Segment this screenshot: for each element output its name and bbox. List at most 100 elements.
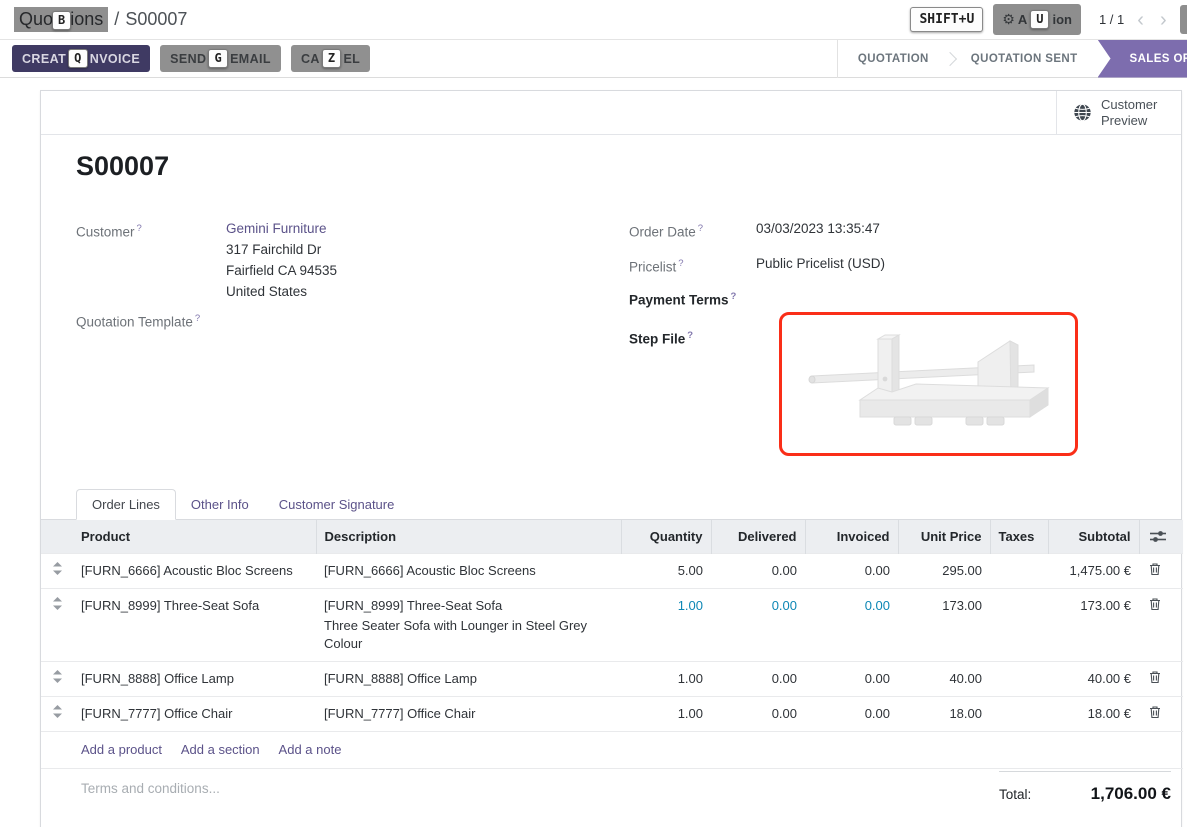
create-button-clipped[interactable]: C bbox=[1180, 5, 1187, 34]
trash-icon bbox=[1149, 705, 1161, 719]
globe-icon bbox=[1073, 103, 1092, 122]
pager-previous-icon[interactable]: ‹ bbox=[1134, 10, 1147, 30]
field-customer-value: Gemini Furniture 317 Fairchild Dr Fairfi… bbox=[226, 218, 337, 302]
cell-product[interactable]: [FURN_8888] Office Lamp bbox=[73, 662, 316, 697]
field-pricelist-value[interactable]: Public Pricelist (USD) bbox=[756, 253, 885, 278]
optional-columns-header[interactable] bbox=[1139, 520, 1183, 554]
cell-taxes[interactable] bbox=[990, 589, 1048, 662]
cell-unit-price[interactable]: 295.00 bbox=[898, 554, 990, 589]
terms-and-conditions-placeholder[interactable]: Terms and conditions... bbox=[81, 781, 220, 796]
cell-subtotal: 18.00 € bbox=[1048, 697, 1139, 732]
step-file-preview[interactable] bbox=[779, 312, 1078, 456]
order-title: S00007 bbox=[76, 151, 169, 182]
column-header-description[interactable]: Description bbox=[316, 520, 621, 554]
description-name-line: [FURN_8999] Three-Seat Sofa bbox=[324, 597, 613, 615]
create-invoice-button[interactable]: CREATQNVOICE bbox=[12, 45, 150, 72]
cell-taxes[interactable] bbox=[990, 662, 1048, 697]
delete-line-button[interactable] bbox=[1139, 554, 1183, 589]
cell-description[interactable]: [FURN_8888] Office Lamp bbox=[316, 662, 621, 697]
cell-unit-price[interactable]: 40.00 bbox=[898, 662, 990, 697]
field-step-file-label: Step File? bbox=[629, 325, 756, 350]
cell-delivered[interactable]: 0.00 bbox=[711, 697, 805, 732]
cell-quantity[interactable]: 5.00 bbox=[621, 554, 711, 589]
cell-description[interactable]: [FURN_8999] Three-Seat Sofa Three Seater… bbox=[316, 589, 621, 662]
cell-delivered[interactable]: 0.00 bbox=[711, 589, 805, 662]
customer-preview-button[interactable]: Customer Preview bbox=[1056, 91, 1181, 134]
action-menu-button[interactable]: ⚙AUion bbox=[993, 4, 1081, 35]
cancel-button[interactable]: CAZEL bbox=[291, 45, 370, 72]
cell-product[interactable]: [FURN_8999] Three-Seat Sofa bbox=[73, 589, 316, 662]
total-amount: 1,706.00 € bbox=[1091, 784, 1171, 804]
cell-product[interactable]: [FURN_6666] Acoustic Bloc Screens bbox=[73, 554, 316, 589]
column-header-quantity[interactable]: Quantity bbox=[621, 520, 711, 554]
status-step-sales-order[interactable]: SALES ORDER bbox=[1098, 40, 1187, 78]
cell-description[interactable]: [FURN_6666] Acoustic Bloc Screens bbox=[316, 554, 621, 589]
cell-invoiced[interactable]: 0.00 bbox=[805, 697, 898, 732]
cell-product[interactable]: [FURN_7777] Office Chair bbox=[73, 697, 316, 732]
cell-taxes[interactable] bbox=[990, 554, 1048, 589]
cell-description[interactable]: [FURN_7777] Office Chair bbox=[316, 697, 621, 732]
order-line-row[interactable]: [FURN_8999] Three-Seat Sofa [FURN_8999] … bbox=[41, 589, 1183, 662]
cell-subtotal: 40.00 € bbox=[1048, 662, 1139, 697]
tab-other-info[interactable]: Other Info bbox=[176, 490, 264, 519]
create-invoice-text-post: NVOICE bbox=[90, 52, 140, 66]
help-icon: ? bbox=[698, 223, 703, 234]
column-header-unit-price[interactable]: Unit Price bbox=[898, 520, 990, 554]
record-pager: 1 / 1 bbox=[1099, 12, 1124, 27]
order-line-row[interactable]: [FURN_7777] Office Chair [FURN_7777] Off… bbox=[41, 697, 1183, 732]
add-a-product-link[interactable]: Add a product bbox=[81, 742, 162, 757]
drag-handle-icon[interactable] bbox=[41, 554, 73, 589]
send-email-button[interactable]: SENDGEMAIL bbox=[160, 45, 281, 72]
cancel-text-pre: CA bbox=[301, 52, 320, 66]
column-header-subtotal[interactable]: Subtotal bbox=[1048, 520, 1139, 554]
column-header-invoiced[interactable]: Invoiced bbox=[805, 520, 898, 554]
column-header-taxes[interactable]: Taxes bbox=[990, 520, 1048, 554]
breadcrumb-quotations-text-pre: Quo bbox=[19, 9, 53, 29]
accesskey-badge-shift-u: SHIFT+U bbox=[910, 7, 983, 32]
add-a-section-link[interactable]: Add a section bbox=[181, 742, 260, 757]
cell-quantity[interactable]: 1.00 bbox=[621, 697, 711, 732]
drag-handle-icon[interactable] bbox=[41, 589, 73, 662]
field-customer-label: Customer? bbox=[76, 218, 226, 302]
cell-quantity[interactable]: 1.00 bbox=[621, 662, 711, 697]
action-button-text-pre: A bbox=[1018, 12, 1027, 27]
cell-delivered[interactable]: 0.00 bbox=[711, 554, 805, 589]
delete-line-button[interactable] bbox=[1139, 662, 1183, 697]
fields-left-column: Customer? Gemini Furniture 317 Fairchild… bbox=[76, 218, 576, 333]
breadcrumb-quotations[interactable]: QuoBions bbox=[14, 7, 108, 32]
field-quotation-template: Quotation Template? bbox=[76, 308, 576, 333]
cell-invoiced[interactable]: 0.00 bbox=[805, 589, 898, 662]
cell-unit-price[interactable]: 18.00 bbox=[898, 697, 990, 732]
add-a-note-link[interactable]: Add a note bbox=[279, 742, 342, 757]
status-step-quotation[interactable]: QUOTATION bbox=[838, 40, 949, 78]
accesskey-badge-breadcrumb: B bbox=[52, 11, 71, 30]
cell-invoiced[interactable]: 0.00 bbox=[805, 662, 898, 697]
order-line-row[interactable]: [FURN_6666] Acoustic Bloc Screens [FURN_… bbox=[41, 554, 1183, 589]
column-header-delivered[interactable]: Delivered bbox=[711, 520, 805, 554]
cell-invoiced[interactable]: 0.00 bbox=[805, 554, 898, 589]
step-file-3d-render bbox=[798, 320, 1060, 448]
field-order-date-value[interactable]: 03/03/2023 13:35:47 bbox=[756, 218, 880, 243]
cell-taxes[interactable] bbox=[990, 697, 1048, 732]
order-total: Total: 1,706.00 € bbox=[999, 771, 1171, 804]
cell-quantity[interactable]: 1.00 bbox=[621, 589, 711, 662]
column-header-product[interactable]: Product bbox=[73, 520, 316, 554]
order-line-row[interactable]: [FURN_8888] Office Lamp [FURN_8888] Offi… bbox=[41, 662, 1183, 697]
drag-handle-icon[interactable] bbox=[41, 697, 73, 732]
cell-delivered[interactable]: 0.00 bbox=[711, 662, 805, 697]
tab-order-lines[interactable]: Order Lines bbox=[76, 489, 176, 520]
delete-line-button[interactable] bbox=[1139, 697, 1183, 732]
cell-unit-price[interactable]: 173.00 bbox=[898, 589, 990, 662]
field-order-date-label: Order Date? bbox=[629, 218, 756, 243]
customer-link[interactable]: Gemini Furniture bbox=[226, 218, 337, 239]
field-pricelist: Pricelist? Public Pricelist (USD) bbox=[629, 253, 1183, 278]
status-step-quotation-sent[interactable]: QUOTATION SENT bbox=[951, 40, 1098, 78]
accesskey-badge-cancel: Z bbox=[322, 49, 342, 68]
pager-next-icon[interactable]: › bbox=[1157, 10, 1170, 30]
help-icon: ? bbox=[687, 330, 693, 341]
tab-customer-signature[interactable]: Customer Signature bbox=[264, 490, 410, 519]
help-icon: ? bbox=[137, 223, 142, 234]
field-customer: Customer? Gemini Furniture 317 Fairchild… bbox=[76, 218, 576, 302]
delete-line-button[interactable] bbox=[1139, 589, 1183, 662]
drag-handle-icon[interactable] bbox=[41, 662, 73, 697]
